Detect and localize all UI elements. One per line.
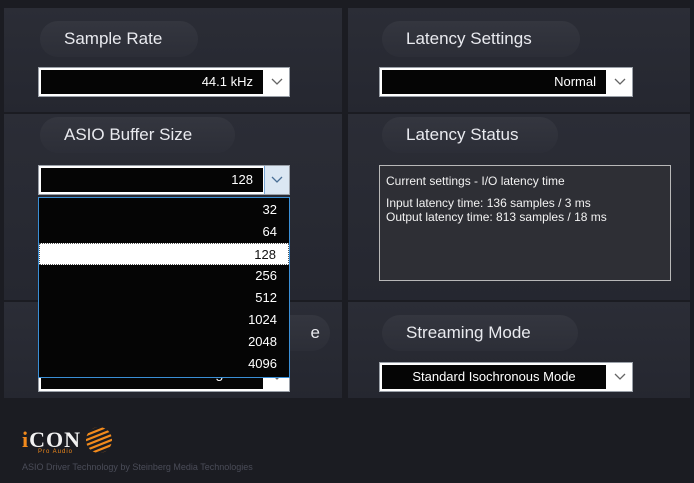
buffer-option[interactable]: 256 <box>39 265 289 287</box>
latency-status-box: Current settings - I/O latency time Inpu… <box>379 165 671 281</box>
latency-settings-value: Normal <box>380 68 608 96</box>
latency-status-title: Latency Status <box>382 117 558 153</box>
chevron-down-icon[interactable] <box>265 68 289 96</box>
footer-tagline: ASIO Driver Technology by Steinberg Medi… <box>22 462 253 472</box>
logo-subtitle: Pro Audio <box>38 449 74 455</box>
sample-rate-value: 44.1 kHz <box>39 68 265 96</box>
output-latency-text: Output latency time: 813 samples / 18 ms <box>386 210 607 224</box>
input-latency-text: Input latency time: 136 samples / 3 ms <box>386 196 591 210</box>
sample-rate-title: Sample Rate <box>40 21 198 57</box>
latency-settings-title: Latency Settings <box>382 21 580 57</box>
buffer-option[interactable]: 4096 <box>39 353 289 375</box>
streaming-mode-title: Streaming Mode <box>382 315 578 351</box>
asio-buffer-title: ASIO Buffer Size <box>40 117 235 153</box>
chevron-down-icon[interactable] <box>608 363 632 391</box>
buffer-option[interactable]: 512 <box>39 287 289 309</box>
latency-settings-select[interactable]: Normal <box>379 67 633 97</box>
asio-buffer-dropdown-list[interactable]: 32 64 128 256 512 1024 2048 4096 <box>38 197 290 378</box>
latency-status-heading: Current settings - I/O latency time <box>386 174 565 188</box>
buffer-option[interactable]: 32 <box>39 199 289 221</box>
sample-rate-select[interactable]: 44.1 kHz <box>38 67 290 97</box>
sunburst-logo-icon <box>86 427 113 453</box>
streaming-mode-value: Standard Isochronous Mode <box>380 363 608 391</box>
asio-buffer-select[interactable]: 128 <box>38 165 290 195</box>
buffer-option[interactable]: 64 <box>39 221 289 243</box>
asio-buffer-value: 128 <box>39 166 265 194</box>
buffer-option[interactable]: 1024 <box>39 309 289 331</box>
chevron-down-icon[interactable] <box>264 166 289 194</box>
streaming-mode-select[interactable]: Standard Isochronous Mode <box>379 362 633 392</box>
chevron-down-icon[interactable] <box>608 68 632 96</box>
buffer-option-selected[interactable]: 128 <box>39 243 289 265</box>
buffer-option[interactable]: 2048 <box>39 331 289 353</box>
hidden-setting-title-tail: e <box>310 323 320 342</box>
